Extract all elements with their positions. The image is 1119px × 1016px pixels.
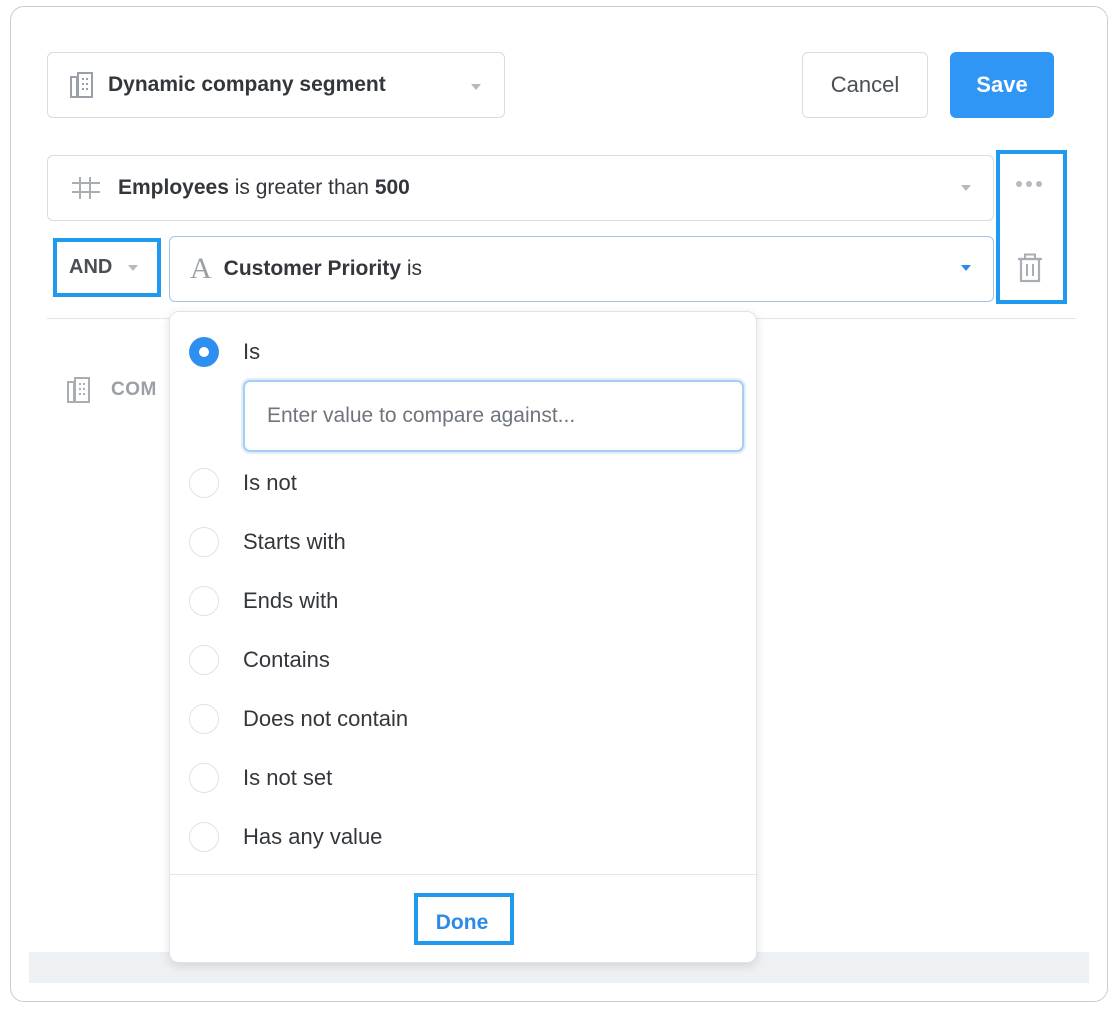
segment-type-label: Dynamic company segment bbox=[108, 73, 386, 96]
filter-text: Customer Priority is bbox=[224, 257, 422, 281]
radio[interactable] bbox=[189, 586, 219, 616]
radio[interactable] bbox=[189, 527, 219, 557]
dropdown-divider bbox=[170, 874, 756, 875]
building-icon bbox=[67, 377, 90, 403]
add-company-filter-label: COM bbox=[111, 379, 157, 400]
option-contains[interactable]: Contains bbox=[189, 645, 330, 675]
option-is[interactable]: Is bbox=[189, 337, 260, 367]
filter-operator: is greater than bbox=[234, 176, 369, 199]
option-label: Starts with bbox=[243, 529, 346, 554]
filter-field: Employees bbox=[118, 176, 229, 199]
done-highlight bbox=[414, 893, 514, 945]
option-label: Is not bbox=[243, 470, 297, 495]
segment-editor-card: Dynamic company segment Cancel Save Empl… bbox=[10, 6, 1108, 1002]
filter-value: 500 bbox=[374, 176, 410, 199]
segment-type-select[interactable]: Dynamic company segment bbox=[47, 52, 505, 118]
option-ends-with[interactable]: Ends with bbox=[189, 586, 338, 616]
filter-row-customer-priority[interactable]: A Customer Priority is bbox=[169, 236, 994, 302]
option-label: Is not set bbox=[243, 765, 333, 790]
radio[interactable] bbox=[189, 822, 219, 852]
filter-operator: is bbox=[406, 257, 423, 280]
option-label: Does not contain bbox=[243, 706, 409, 731]
row-actions-highlight bbox=[996, 150, 1067, 304]
filter-row-employees[interactable]: Employees is greater than 500 bbox=[47, 155, 994, 221]
radio[interactable] bbox=[189, 645, 219, 675]
building-icon bbox=[70, 72, 93, 98]
option-label: Contains bbox=[243, 647, 330, 672]
save-button[interactable]: Save bbox=[950, 52, 1054, 118]
text-type-icon: A bbox=[190, 252, 212, 285]
option-label: Is bbox=[243, 339, 261, 364]
option-is-not[interactable]: Is not bbox=[189, 468, 297, 498]
option-label: Ends with bbox=[243, 588, 339, 613]
option-starts-with[interactable]: Starts with bbox=[189, 527, 346, 557]
radio-selected[interactable] bbox=[189, 337, 219, 367]
option-has-any-value[interactable]: Has any value bbox=[189, 822, 382, 852]
conjunction-highlight bbox=[53, 238, 161, 297]
chevron-down-icon bbox=[961, 185, 971, 191]
filter-text: Employees is greater than 500 bbox=[118, 176, 410, 200]
radio[interactable] bbox=[189, 763, 219, 793]
chevron-down-icon bbox=[961, 265, 971, 271]
cancel-button[interactable]: Cancel bbox=[802, 52, 928, 118]
compare-value-input[interactable] bbox=[243, 380, 744, 452]
option-does-not-contain[interactable]: Does not contain bbox=[189, 704, 408, 734]
filter-field: Customer Priority bbox=[223, 257, 402, 280]
option-is-not-set[interactable]: Is not set bbox=[189, 763, 332, 793]
chevron-down-icon bbox=[471, 84, 481, 90]
option-label: Has any value bbox=[243, 824, 383, 849]
operator-dropdown: Is Is not Starts with Ends with Contains… bbox=[169, 311, 757, 963]
radio[interactable] bbox=[189, 704, 219, 734]
add-company-filter-row[interactable]: COM bbox=[67, 377, 157, 403]
hash-icon bbox=[72, 177, 100, 199]
radio[interactable] bbox=[189, 468, 219, 498]
